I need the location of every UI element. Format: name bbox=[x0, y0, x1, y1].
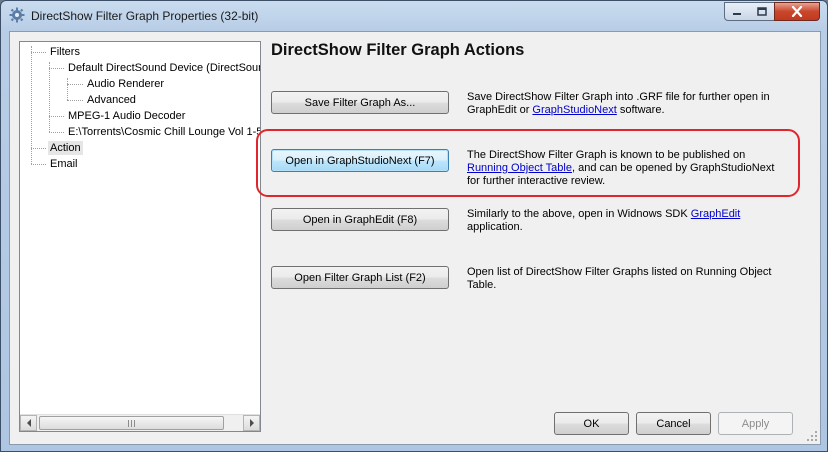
tree-connector bbox=[31, 164, 46, 165]
properties-window: DirectShow Filter Graph Properties (32-b… bbox=[0, 0, 828, 452]
tree-horizontal-scrollbar[interactable] bbox=[20, 414, 260, 431]
tree-connector bbox=[67, 84, 83, 85]
navigation-tree[interactable]: Filters Default DirectSound Device (Dire… bbox=[19, 41, 261, 432]
apply-button[interactable]: Apply bbox=[718, 412, 793, 435]
scroll-thumb[interactable] bbox=[39, 416, 224, 430]
scroll-right-button[interactable] bbox=[243, 415, 260, 431]
tree-connector bbox=[31, 46, 32, 164]
save-filter-graph-description: Save DirectShow Filter Graph into .GRF f… bbox=[467, 91, 787, 117]
description-text: Open list of DirectShow Filter Graphs li… bbox=[467, 266, 772, 291]
tree-item-filters[interactable]: Filters bbox=[48, 45, 82, 59]
description-text: The DirectShow Filter Graph is known to … bbox=[467, 149, 746, 161]
maximize-icon bbox=[756, 7, 767, 16]
description-text: application. bbox=[467, 221, 523, 233]
save-filter-graph-button[interactable]: Save Filter Graph As... bbox=[271, 91, 449, 114]
page-title: DirectShow Filter Graph Actions bbox=[271, 41, 525, 59]
open-in-graphedit-description: Similarly to the above, open in Widnows … bbox=[467, 208, 787, 234]
window-title: DirectShow Filter Graph Properties (32-b… bbox=[31, 9, 259, 23]
arrow-left-icon bbox=[26, 419, 31, 427]
tree-connector bbox=[49, 132, 64, 133]
close-icon bbox=[791, 6, 803, 17]
gear-icon bbox=[9, 7, 25, 23]
tree-connector bbox=[67, 78, 68, 100]
tree-connector bbox=[31, 148, 46, 149]
resize-grip-icon[interactable] bbox=[806, 430, 818, 442]
tree-item-action[interactable]: Action bbox=[48, 141, 83, 155]
tree-item-directsound-device[interactable]: Default DirectSound Device (DirectSound) bbox=[66, 61, 260, 75]
tree-item-source-file[interactable]: E:\Torrents\Cosmic Chill Lounge Vol 1-5 bbox=[66, 125, 260, 139]
tree-connector bbox=[49, 116, 64, 117]
open-in-graphstudionext-description: The DirectShow Filter Graph is known to … bbox=[467, 149, 777, 188]
open-filter-graph-list-button[interactable]: Open Filter Graph List (F2) bbox=[271, 266, 449, 289]
tree-connector bbox=[31, 52, 46, 53]
cancel-button[interactable]: Cancel bbox=[636, 412, 711, 435]
open-in-graphedit-button[interactable]: Open in GraphEdit (F8) bbox=[271, 208, 449, 231]
description-text: Similarly to the above, open in Widnows … bbox=[467, 208, 691, 220]
arrow-right-icon bbox=[249, 419, 254, 427]
dialog-client-area: Filters Default DirectSound Device (Dire… bbox=[9, 31, 821, 445]
scroll-left-button[interactable] bbox=[20, 415, 37, 431]
tree-item-email[interactable]: Email bbox=[48, 157, 80, 171]
title-bar[interactable]: DirectShow Filter Graph Properties (32-b… bbox=[1, 1, 827, 31]
graphstudionext-link[interactable]: GraphStudioNext bbox=[532, 104, 616, 116]
open-filter-graph-list-description: Open list of DirectShow Filter Graphs li… bbox=[467, 266, 787, 292]
close-button[interactable] bbox=[774, 2, 820, 21]
description-text: software. bbox=[616, 104, 665, 116]
tree-connector bbox=[49, 62, 50, 132]
maximize-button[interactable] bbox=[749, 2, 775, 21]
ok-button[interactable]: OK bbox=[554, 412, 629, 435]
minimize-icon bbox=[733, 12, 741, 15]
grip-icon bbox=[127, 420, 136, 427]
tree-item-audio-renderer[interactable]: Audio Renderer bbox=[85, 77, 166, 91]
tree-item-advanced[interactable]: Advanced bbox=[85, 93, 138, 107]
tree-connector bbox=[67, 100, 83, 101]
tree-item-mpeg1-audio-decoder[interactable]: MPEG-1 Audio Decoder bbox=[66, 109, 187, 123]
tree-connector bbox=[49, 68, 64, 69]
graphedit-link[interactable]: GraphEdit bbox=[691, 208, 741, 220]
minimize-button[interactable] bbox=[724, 2, 750, 21]
open-in-graphstudionext-button[interactable]: Open in GraphStudioNext (F7) bbox=[271, 149, 449, 172]
running-object-table-link[interactable]: Running Object Table bbox=[467, 162, 572, 174]
